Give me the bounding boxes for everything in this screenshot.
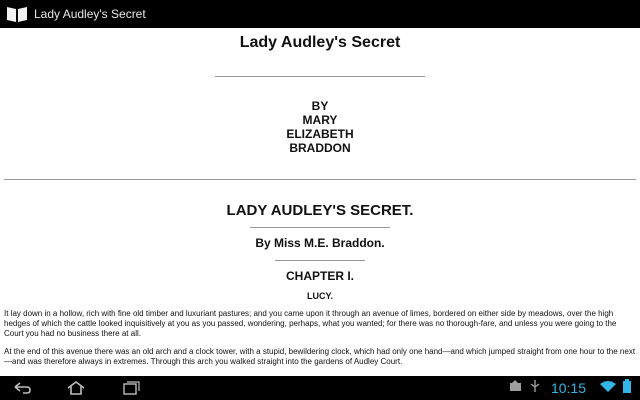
byline-line: BRADDON (289, 141, 351, 155)
divider (275, 260, 365, 261)
title-heading: LADY AUDLEY'S SECRET. (226, 202, 414, 219)
chapter-subheading: LUCY. (306, 291, 333, 301)
book-icon[interactable] (6, 4, 28, 24)
clock: 10:15 (550, 380, 586, 396)
home-icon[interactable] (64, 376, 88, 400)
divider (250, 227, 390, 228)
back-arrow-icon[interactable] (10, 376, 34, 400)
notification-icon (509, 379, 523, 397)
byline-line: ELIZABETH (286, 127, 354, 141)
divider (215, 76, 425, 77)
reader-content[interactable]: Lady Audley's Secret BY MARY ELIZABETH B… (0, 28, 640, 376)
book-title: Lady Audley's Secret (239, 34, 401, 51)
chapter-heading: CHAPTER I. (285, 269, 354, 283)
status-area[interactable]: 10:15 (503, 376, 632, 400)
paragraph: It lay down in a hollow, rich with fine … (4, 309, 617, 338)
author-line: By Miss M.E. Braddon. (255, 236, 385, 250)
byline-line: BY (311, 99, 329, 113)
app-title: Lady Audley's Secret (34, 7, 146, 21)
paragraph: At the end of this avenue there was an o… (4, 347, 636, 366)
system-navigation-bar: 10:15 (0, 376, 640, 400)
action-bar: Lady Audley's Secret (0, 0, 640, 28)
wifi-icon (600, 379, 616, 397)
battery-icon (622, 378, 632, 398)
usb-icon (529, 379, 541, 397)
recent-apps-icon[interactable] (118, 376, 142, 400)
byline-line: MARY (302, 113, 338, 127)
divider (4, 179, 636, 180)
byline: BY MARY ELIZABETH BRADDON (0, 99, 640, 155)
